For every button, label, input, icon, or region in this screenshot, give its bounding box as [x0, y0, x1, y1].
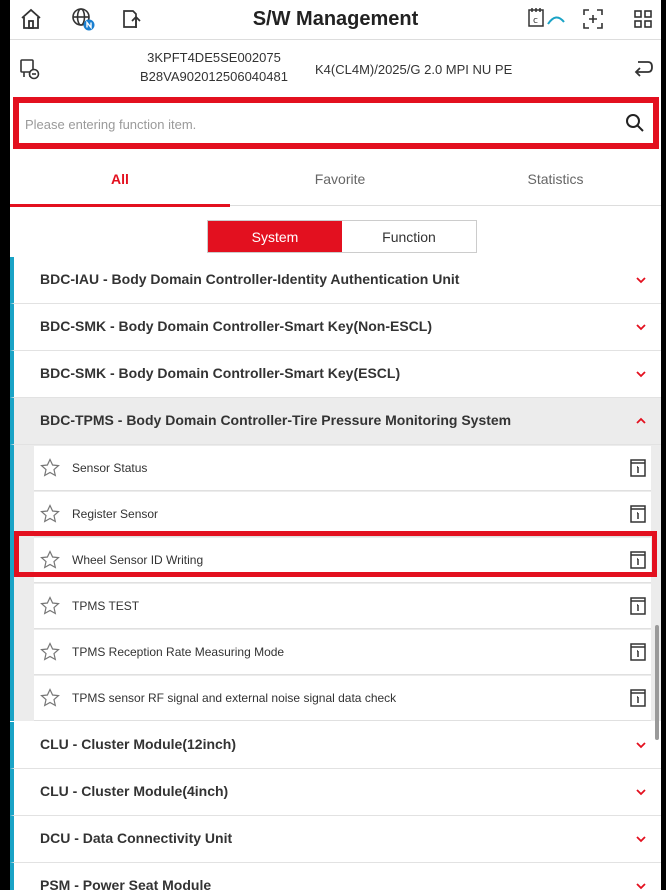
- system-row[interactable]: CLU - Cluster Module(4inch): [10, 769, 661, 816]
- star-icon[interactable]: [40, 596, 60, 616]
- chevron-down-icon: [636, 277, 646, 284]
- segment-system[interactable]: System: [208, 221, 342, 252]
- info-book-icon[interactable]: [629, 504, 647, 524]
- screen-capture-icon[interactable]: [580, 6, 606, 32]
- star-icon[interactable]: [40, 550, 60, 570]
- vehicle-link-icon[interactable]: [16, 56, 42, 82]
- star-icon[interactable]: [40, 458, 60, 478]
- search-box: [13, 97, 659, 149]
- tab-all[interactable]: All: [10, 152, 230, 207]
- function-row[interactable]: Sensor Status: [34, 446, 651, 491]
- function-label: Register Sensor: [72, 507, 159, 521]
- vehicle-code-text: B28VA902012506040481: [140, 69, 288, 84]
- vehicle-model-text: K4(CL4M)/2025/G 2.0 MPI NU PE: [315, 62, 513, 77]
- system-row-expanded[interactable]: BDC-TPMS - Body Domain Controller-Tire P…: [10, 398, 661, 445]
- info-book-icon[interactable]: [629, 458, 647, 478]
- function-list: Sensor Status Register Sensor Wheel Sens…: [10, 445, 661, 721]
- top-bar: S/W Management c: [10, 0, 661, 40]
- system-label: CLU - Cluster Module(12inch): [40, 736, 237, 752]
- tab-statistics[interactable]: Statistics: [450, 152, 661, 206]
- function-label: TPMS TEST: [72, 599, 140, 613]
- chevron-down-icon: [636, 324, 646, 331]
- function-row[interactable]: TPMS TEST: [34, 584, 651, 629]
- system-label: BDC-SMK - Body Domain Controller-Smart K…: [40, 365, 401, 381]
- vehicle-info-bar: 3KPFT4DE5SE002075 B28VA902012506040481 K…: [10, 40, 661, 94]
- vin-text: 3KPFT4DE5SE002075: [147, 50, 281, 65]
- back-return-icon[interactable]: [630, 56, 656, 82]
- system-label: BDC-TPMS - Body Domain Controller-Tire P…: [40, 412, 512, 428]
- function-label: Sensor Status: [72, 461, 148, 475]
- info-book-icon[interactable]: [629, 688, 647, 708]
- system-row[interactable]: BDC-SMK - Body Domain Controller-Smart K…: [10, 304, 661, 351]
- function-row-wheel-sensor-id-writing[interactable]: Wheel Sensor ID Writing: [34, 538, 651, 583]
- chevron-down-icon: [636, 371, 646, 378]
- function-label: TPMS sensor RF signal and external noise…: [72, 691, 397, 705]
- search-icon[interactable]: [625, 113, 645, 133]
- function-row[interactable]: TPMS sensor RF signal and external noise…: [34, 676, 651, 721]
- function-row[interactable]: TPMS Reception Rate Measuring Mode: [34, 630, 651, 675]
- system-label: BDC-IAU - Body Domain Controller-Identit…: [40, 271, 460, 287]
- system-row[interactable]: PSM - Power Seat Module: [10, 863, 661, 890]
- list-scrollbar[interactable]: [655, 625, 659, 740]
- chevron-down-icon: [636, 883, 646, 890]
- system-list: BDC-IAU - Body Domain Controller-Identit…: [10, 257, 661, 890]
- info-book-icon[interactable]: [629, 596, 647, 616]
- function-label: TPMS Reception Rate Measuring Mode: [72, 645, 285, 659]
- star-icon[interactable]: [40, 688, 60, 708]
- info-book-icon[interactable]: [629, 550, 647, 570]
- connection-icon[interactable]: c: [526, 6, 570, 32]
- segment-function[interactable]: Function: [342, 221, 476, 252]
- system-label: BDC-SMK - Body Domain Controller-Smart K…: [40, 318, 433, 334]
- system-row[interactable]: BDC-IAU - Body Domain Controller-Identit…: [10, 257, 661, 304]
- function-row[interactable]: Register Sensor: [34, 492, 651, 537]
- info-book-icon[interactable]: [629, 642, 647, 662]
- star-icon[interactable]: [40, 642, 60, 662]
- chevron-down-icon: [636, 836, 646, 843]
- vin-block: 3KPFT4DE5SE002075 B28VA902012506040481: [140, 48, 288, 86]
- system-row[interactable]: DCU - Data Connectivity Unit: [10, 816, 661, 863]
- tab-bar: All Favorite Statistics: [10, 152, 661, 207]
- search-input[interactable]: [25, 111, 615, 137]
- chevron-up-icon: [636, 417, 646, 424]
- chevron-down-icon: [636, 742, 646, 749]
- tab-favorite[interactable]: Favorite: [230, 152, 450, 206]
- star-icon[interactable]: [40, 504, 60, 524]
- grid-menu-icon[interactable]: [630, 6, 656, 32]
- system-row[interactable]: BDC-SMK - Body Domain Controller-Smart K…: [10, 351, 661, 398]
- system-label: DCU - Data Connectivity Unit: [40, 830, 233, 846]
- chevron-down-icon: [636, 789, 646, 796]
- system-function-toggle: System Function: [207, 220, 477, 253]
- system-label: PSM - Power Seat Module: [40, 877, 212, 890]
- system-row[interactable]: CLU - Cluster Module(12inch): [10, 722, 661, 769]
- system-label: CLU - Cluster Module(4inch): [40, 783, 229, 799]
- function-label: Wheel Sensor ID Writing: [72, 553, 204, 567]
- svg-text:c: c: [533, 16, 538, 26]
- app-frame: S/W Management c 3KPFT4DE5SE002075 B28VA…: [10, 0, 661, 890]
